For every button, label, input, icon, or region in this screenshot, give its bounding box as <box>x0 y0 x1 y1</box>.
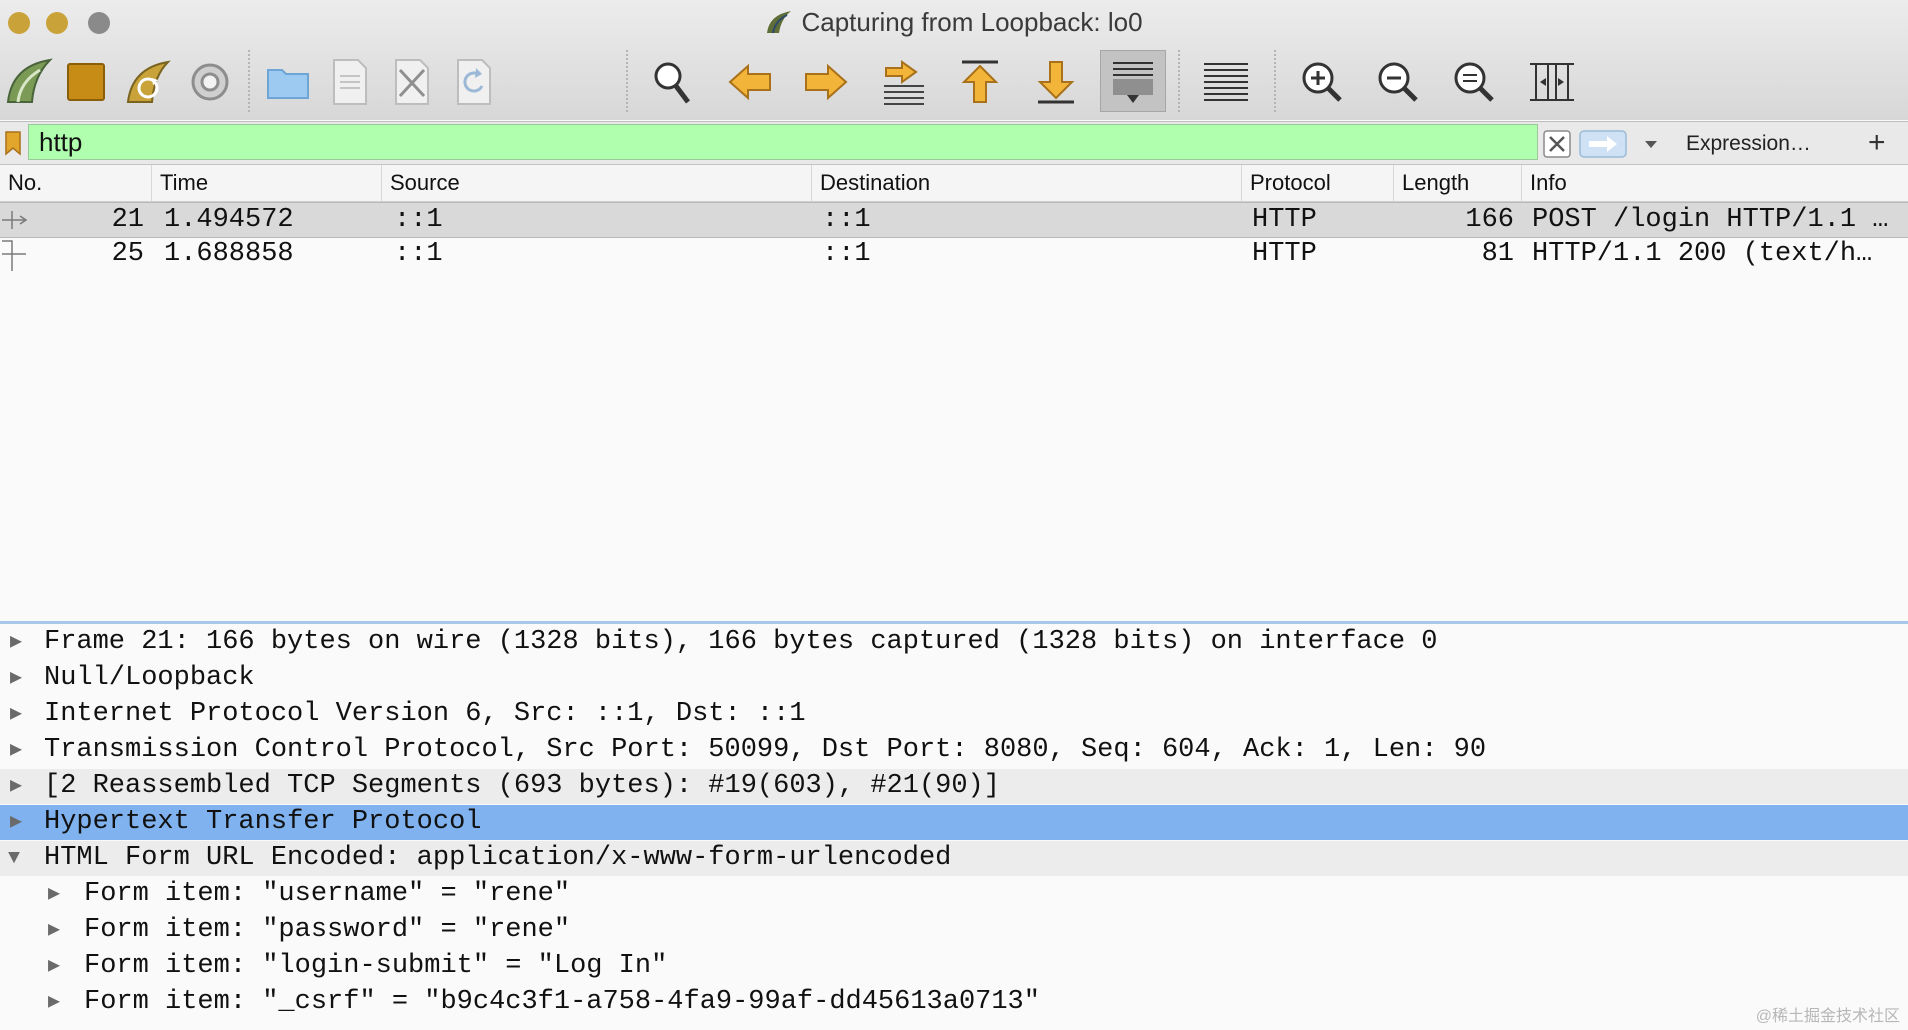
expand-arrow-icon[interactable]: ▶ <box>10 625 30 660</box>
tree-node-reassembled-segments[interactable]: ▶ [2 Reassembled TCP Segments (693 bytes… <box>0 769 1908 804</box>
packet-destination: ::1 <box>822 239 871 269</box>
window-title-text: Capturing from Loopback: lo0 <box>801 7 1143 37</box>
zoom-out-icon[interactable] <box>1368 52 1428 112</box>
packet-no: 25 <box>111 239 144 269</box>
auto-scroll-icon[interactable] <box>1100 50 1166 112</box>
start-capture-icon[interactable] <box>0 52 60 112</box>
tree-node-form-item[interactable]: ▶ Form item: "_csrf" = "b9c4c3f1-a758-4f… <box>0 985 1908 1020</box>
pane-splitter[interactable] <box>0 621 1908 624</box>
close-file-icon[interactable] <box>382 52 442 112</box>
filter-bookmark-icon[interactable] <box>4 130 22 156</box>
packet-protocol: HTTP <box>1252 205 1317 235</box>
tree-node-label: Null/Loopback <box>44 663 255 693</box>
capture-options-icon[interactable] <box>180 52 240 112</box>
toolbar-separator <box>248 50 250 112</box>
normal-size-icon[interactable] <box>1444 52 1504 112</box>
tree-node-form-item[interactable]: ▶ Form item: "password" = "rene" <box>0 913 1908 948</box>
clear-filter-icon[interactable] <box>1543 130 1571 158</box>
packet-time: 1.688858 <box>164 239 294 269</box>
display-filter-bar: http Expression… + <box>0 121 1908 165</box>
go-forward-icon[interactable] <box>796 52 856 112</box>
packet-list-header: No. Time Source Destination Protocol Len… <box>0 165 1908 202</box>
related-request-icon <box>2 211 28 229</box>
packet-no: 21 <box>111 205 144 235</box>
tree-node-tcp[interactable]: ▶ Transmission Control Protocol, Src Por… <box>0 733 1908 768</box>
packet-row[interactable]: 21 1.494572 ::1 ::1 HTTP 166 POST /login… <box>0 202 1908 238</box>
tree-node-label: Internet Protocol Version 6, Src: ::1, D… <box>44 699 806 729</box>
packet-details-tree: ▶ Frame 21: 166 bytes on wire (1328 bits… <box>0 625 1908 1030</box>
colorize-icon[interactable] <box>1196 52 1256 112</box>
zoom-in-icon[interactable] <box>1292 52 1352 112</box>
packet-time: 1.494572 <box>164 205 294 235</box>
expand-arrow-icon[interactable]: ▶ <box>48 949 68 984</box>
filter-history-dropdown-icon[interactable] <box>1637 130 1665 158</box>
tree-node-label: [2 Reassembled TCP Segments (693 bytes):… <box>44 771 1000 801</box>
expand-arrow-icon[interactable]: ▶ <box>48 985 68 1020</box>
expand-arrow-icon[interactable]: ▶ <box>10 733 30 768</box>
toolbar-separator <box>1178 50 1180 112</box>
go-last-packet-icon[interactable] <box>1026 52 1086 112</box>
tree-node-label: Form item: "password" = "rene" <box>84 915 571 945</box>
open-file-icon[interactable] <box>258 52 318 112</box>
wireshark-fin-icon <box>767 11 792 34</box>
display-filter-input[interactable]: http <box>28 124 1538 160</box>
column-header-source[interactable]: Source <box>382 165 812 201</box>
find-packet-icon[interactable] <box>642 52 702 112</box>
tree-node-form-item[interactable]: ▶ Form item: "login-submit" = "Log In" <box>0 949 1908 984</box>
expression-button[interactable]: Expression… <box>1686 128 1811 160</box>
packet-source: ::1 <box>394 239 443 269</box>
expand-arrow-icon[interactable]: ▶ <box>10 769 30 804</box>
resize-columns-icon[interactable] <box>1522 52 1582 112</box>
reload-file-icon[interactable] <box>444 52 504 112</box>
tree-node-frame[interactable]: ▶ Frame 21: 166 bytes on wire (1328 bits… <box>0 625 1908 660</box>
add-filter-button[interactable]: + <box>1868 128 1886 158</box>
packet-length: 81 <box>1481 239 1514 269</box>
expand-arrow-icon[interactable]: ▶ <box>48 877 68 912</box>
go-to-packet-icon[interactable] <box>874 52 934 112</box>
column-header-info[interactable]: Info <box>1522 165 1908 201</box>
tree-node-label: Form item: "username" = "rene" <box>84 879 571 909</box>
packet-destination: ::1 <box>822 205 871 235</box>
apply-filter-icon[interactable] <box>1579 130 1627 158</box>
related-response-icon <box>2 240 26 271</box>
expand-arrow-icon[interactable]: ▶ <box>48 913 68 948</box>
go-back-icon[interactable] <box>720 52 780 112</box>
column-header-destination[interactable]: Destination <box>812 165 1242 201</box>
tree-node-label: Frame 21: 166 bytes on wire (1328 bits),… <box>44 627 1438 657</box>
watermark: @稀土掘金技术社区 <box>1755 1008 1900 1025</box>
expand-arrow-icon[interactable]: ▶ <box>10 805 30 840</box>
tree-node-label: Form item: "login-submit" = "Log In" <box>84 951 668 981</box>
packet-info: HTTP/1.1 200 (text/h… <box>1532 239 1873 269</box>
tree-node-ipv6[interactable]: ▶ Internet Protocol Version 6, Src: ::1,… <box>0 697 1908 732</box>
stop-capture-icon[interactable] <box>56 52 116 112</box>
tree-node-html-form[interactable]: ▼ HTML Form URL Encoded: application/x-w… <box>0 841 1908 876</box>
tree-node-null-loopback[interactable]: ▶ Null/Loopback <box>0 661 1908 696</box>
toolbar-separator <box>626 50 628 112</box>
collapse-arrow-icon[interactable]: ▼ <box>8 841 28 876</box>
expand-arrow-icon[interactable]: ▶ <box>10 661 30 696</box>
toolbar-separator <box>1274 50 1276 112</box>
tree-node-label: Hypertext Transfer Protocol <box>44 807 482 837</box>
packet-protocol: HTTP <box>1252 239 1317 269</box>
tree-node-http[interactable]: ▶ Hypertext Transfer Protocol <box>0 805 1908 840</box>
packet-row[interactable]: 25 1.688858 ::1 ::1 HTTP 81 HTTP/1.1 200… <box>0 237 1908 271</box>
column-header-time[interactable]: Time <box>152 165 382 201</box>
tree-node-form-item[interactable]: ▶ Form item: "username" = "rene" <box>0 877 1908 912</box>
expand-arrow-icon[interactable]: ▶ <box>10 697 30 732</box>
tree-node-label: HTML Form URL Encoded: application/x-www… <box>44 843 952 873</box>
tree-node-label: Transmission Control Protocol, Src Port:… <box>44 735 1487 765</box>
window-title: Capturing from Loopback: lo0 <box>0 6 1908 38</box>
column-header-length[interactable]: Length <box>1394 165 1522 201</box>
column-header-protocol[interactable]: Protocol <box>1242 165 1394 201</box>
packet-list: No. Time Source Destination Protocol Len… <box>0 165 1908 620</box>
go-first-packet-icon[interactable] <box>950 52 1010 112</box>
packet-length: 166 <box>1465 205 1514 235</box>
save-file-icon[interactable] <box>320 52 380 112</box>
column-header-no[interactable]: No. <box>0 165 152 201</box>
packet-source: ::1 <box>394 205 443 235</box>
tree-node-label: Form item: "_csrf" = "b9c4c3f1-a758-4fa9… <box>84 987 1040 1017</box>
restart-capture-icon[interactable] <box>118 52 178 112</box>
title-bar: Capturing from Loopback: lo0 <box>0 0 1908 120</box>
packet-info: POST /login HTTP/1.1 … <box>1532 205 1889 235</box>
